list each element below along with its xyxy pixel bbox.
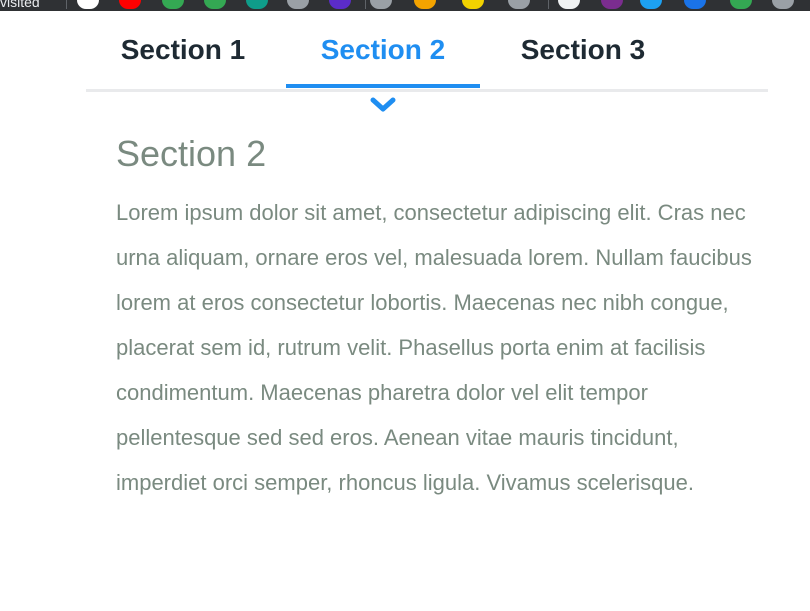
bookmark-separator <box>365 0 366 9</box>
purple-app-icon-2[interactable] <box>601 0 623 9</box>
active-tab-indicator <box>286 84 480 88</box>
white-app-icon[interactable] <box>558 0 580 9</box>
tab-section-3[interactable]: Section 3 <box>486 11 680 89</box>
blue-app-icon[interactable] <box>640 0 662 9</box>
yellow-app-icon[interactable] <box>462 0 484 9</box>
globe-icon[interactable] <box>287 0 309 9</box>
wikipedia-icon[interactable] <box>77 0 99 9</box>
chevron-down-icon <box>370 97 396 112</box>
tab-section-1[interactable]: Section 1 <box>86 11 280 89</box>
globe-icon-2[interactable] <box>370 0 392 9</box>
blue-circle-icon[interactable] <box>684 0 706 9</box>
orange-app-icon[interactable] <box>414 0 436 9</box>
section-body-text: Lorem ipsum dolor sit amet, consectetur … <box>116 200 752 495</box>
bookmarks-bar: visited <box>0 0 810 11</box>
globe-icon-3[interactable] <box>772 0 794 9</box>
bookmark-separator <box>66 0 67 9</box>
bookmarks-label[interactable]: visited <box>0 0 40 10</box>
green-app-icon[interactable] <box>730 0 752 9</box>
green-circle-icon-2[interactable] <box>204 0 226 9</box>
tab-panel: Section 2 Lorem ipsum dolor sit amet, co… <box>116 126 756 505</box>
green-circle-icon[interactable] <box>162 0 184 9</box>
purple-app-icon[interactable] <box>329 0 351 9</box>
section-heading: Section 2 <box>116 133 267 174</box>
grey-app-icon[interactable] <box>508 0 530 9</box>
tab-bar: Section 1 Section 2 Section 3 <box>86 11 768 92</box>
tab-section-2[interactable]: Section 2 <box>286 11 480 89</box>
bookmark-separator <box>548 0 549 9</box>
youtube-icon[interactable] <box>119 0 141 9</box>
teal-app-icon[interactable] <box>246 0 268 9</box>
